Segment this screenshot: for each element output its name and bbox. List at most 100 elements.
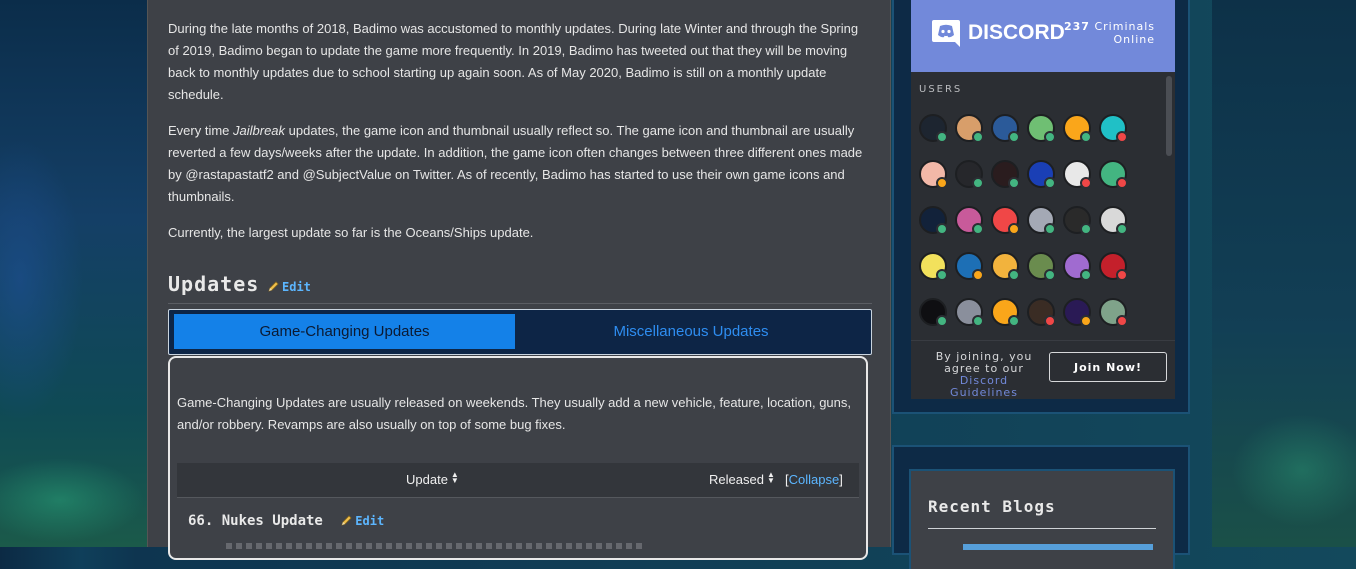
- status-dot-icon: [1116, 315, 1128, 327]
- user-avatar[interactable]: [919, 160, 948, 189]
- join-now-button[interactable]: Join Now!: [1049, 352, 1167, 382]
- collapse-toggle: [Collapse]: [785, 472, 843, 487]
- recent-blogs-box: Recent Blogs: [892, 445, 1190, 569]
- pencil-icon: [341, 515, 352, 526]
- status-dot-icon: [972, 131, 984, 143]
- user-avatar[interactable]: [1027, 252, 1056, 281]
- user-avatar[interactable]: [919, 252, 948, 281]
- user-avatar[interactable]: [955, 160, 984, 189]
- section-title: Updates: [168, 272, 260, 296]
- guidelines-notice: By joining, you agree to our Discord Gui…: [925, 351, 1043, 399]
- status-dot-icon: [1044, 269, 1056, 281]
- subsection-title: 66. Nukes Update: [188, 513, 323, 529]
- article-paragraph: Currently, the largest update so far is …: [168, 225, 534, 240]
- tab-game-changing-updates[interactable]: Game-Changing Updates: [174, 314, 515, 349]
- user-avatar[interactable]: [991, 160, 1020, 189]
- user-avatar[interactable]: [1063, 160, 1092, 189]
- status-dot-icon: [936, 315, 948, 327]
- article-body: During the late months of 2018, Badimo w…: [168, 18, 872, 258]
- status-dot-icon: [972, 315, 984, 327]
- user-avatar[interactable]: [991, 206, 1020, 235]
- status-dot-icon: [1116, 223, 1128, 235]
- status-dot-icon: [1044, 177, 1056, 189]
- column-released[interactable]: Released ▲ ▼: [709, 470, 775, 488]
- user-avatar[interactable]: [955, 114, 984, 143]
- discord-logo-icon: [932, 20, 960, 47]
- status-dot-icon: [936, 223, 948, 235]
- subsection-heading: 66. Nukes Update Edit: [188, 513, 384, 529]
- users-label: USERS: [919, 84, 963, 95]
- status-dot-icon: [1080, 223, 1092, 235]
- update-tabs: Game-Changing Updates Miscellaneous Upda…: [168, 309, 872, 355]
- user-avatar[interactable]: [991, 252, 1020, 281]
- user-avatar[interactable]: [1099, 114, 1128, 143]
- status-dot-icon: [1080, 315, 1092, 327]
- table-header: Update ▲ ▼ Released ▲ ▼ [Collapse]: [177, 463, 859, 498]
- status-dot-icon: [936, 131, 948, 143]
- user-avatar[interactable]: [1063, 206, 1092, 235]
- discord-header[interactable]: DISCORD 237 Criminals Online: [911, 0, 1175, 72]
- status-dot-icon: [1080, 269, 1092, 281]
- recent-blogs-panel: Recent Blogs: [909, 469, 1175, 569]
- status-dot-icon: [1044, 131, 1056, 143]
- discord-widget-box: DISCORD 237 Criminals Online USERS By jo…: [892, 0, 1190, 414]
- status-dot-icon: [936, 177, 948, 189]
- status-dot-icon: [1008, 177, 1020, 189]
- status-dot-icon: [972, 177, 984, 189]
- status-dot-icon: [1008, 223, 1020, 235]
- tab-miscellaneous-updates[interactable]: Miscellaneous Updates: [515, 314, 867, 349]
- blog-link-truncated[interactable]: [963, 544, 1153, 550]
- user-avatar[interactable]: [991, 114, 1020, 143]
- user-avatar[interactable]: [1027, 160, 1056, 189]
- user-avatar[interactable]: [1099, 206, 1128, 235]
- status-dot-icon: [1008, 131, 1020, 143]
- user-avatar[interactable]: [955, 252, 984, 281]
- status-dot-icon: [1080, 131, 1092, 143]
- status-dot-icon: [1116, 177, 1128, 189]
- status-dot-icon: [1008, 269, 1020, 281]
- status-dot-icon: [1008, 315, 1020, 327]
- divider: [928, 528, 1156, 529]
- main-content: During the late months of 2018, Badimo w…: [147, 0, 891, 560]
- truncated-text: [226, 543, 646, 549]
- collapse-link[interactable]: Collapse: [789, 472, 840, 487]
- status-dot-icon: [936, 269, 948, 281]
- pencil-icon: [268, 281, 279, 292]
- user-avatar[interactable]: [1099, 160, 1128, 189]
- user-avatar[interactable]: [955, 298, 984, 327]
- user-avatar[interactable]: [1063, 252, 1092, 281]
- recent-blogs-title: Recent Blogs: [928, 497, 1056, 516]
- game-name: Jailbreak: [233, 123, 286, 138]
- user-avatar[interactable]: [955, 206, 984, 235]
- user-avatar[interactable]: [991, 298, 1020, 327]
- section-heading: Updates Edit: [168, 272, 872, 304]
- sort-icon: ▲ ▼: [450, 470, 459, 485]
- discord-guidelines-link[interactable]: Discord Guidelines: [925, 375, 1043, 399]
- status-dot-icon: [972, 269, 984, 281]
- user-avatar[interactable]: [1063, 114, 1092, 143]
- status-dot-icon: [972, 223, 984, 235]
- article-paragraph: During the late months of 2018, Badimo w…: [168, 21, 859, 102]
- status-dot-icon: [1116, 131, 1128, 143]
- column-update[interactable]: Update ▲ ▼: [406, 470, 459, 488]
- user-avatar[interactable]: [1099, 252, 1128, 281]
- sort-icon: ▲ ▼: [766, 470, 775, 485]
- user-avatar[interactable]: [1099, 298, 1128, 327]
- user-avatar[interactable]: [919, 114, 948, 143]
- user-avatar[interactable]: [1027, 114, 1056, 143]
- online-count: 237 Criminals Online: [1064, 20, 1155, 46]
- status-dot-icon: [1080, 177, 1092, 189]
- user-avatar[interactable]: [1027, 206, 1056, 235]
- tab-panel: Game-Changing Updates are usually releas…: [168, 356, 868, 560]
- edit-link[interactable]: Edit: [341, 514, 384, 528]
- user-avatar[interactable]: [919, 206, 948, 235]
- edit-link[interactable]: Edit: [268, 280, 311, 294]
- discord-widget: DISCORD 237 Criminals Online USERS By jo…: [911, 0, 1175, 399]
- user-avatar[interactable]: [1063, 298, 1092, 327]
- user-avatar[interactable]: [919, 298, 948, 327]
- users-scrollbar[interactable]: [1166, 76, 1172, 156]
- status-dot-icon: [1116, 269, 1128, 281]
- user-avatar[interactable]: [1027, 298, 1056, 327]
- background-right: [1212, 0, 1356, 547]
- article-paragraph: Every time Jailbreak updates, the game i…: [168, 123, 863, 204]
